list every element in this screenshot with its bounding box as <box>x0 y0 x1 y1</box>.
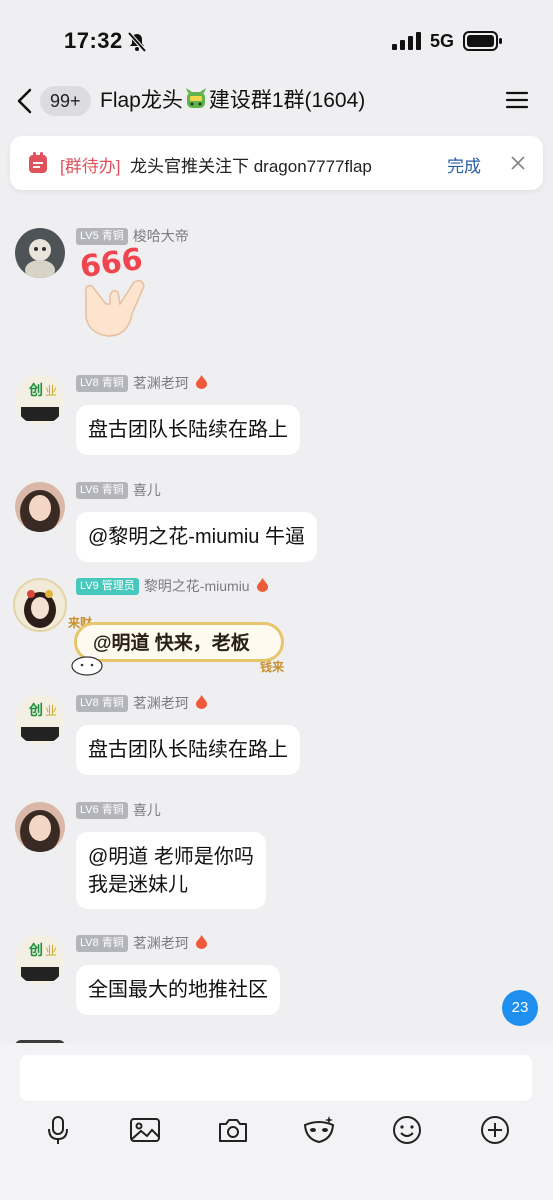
message-meta: LV9 管理员 黎明之花-miumiu <box>76 578 269 596</box>
dragon-emoji-icon <box>185 88 206 108</box>
fire-icon <box>195 695 207 709</box>
close-icon[interactable] <box>510 155 526 171</box>
todo-text: 龙头官推关注下 dragon7777flap <box>130 157 372 176</box>
message-bubble[interactable]: 盘古团队长陆续在路上 <box>76 725 300 775</box>
svg-text:业: 业 <box>45 704 57 718</box>
level-badge: LV8 青铜 <box>76 375 128 392</box>
level-badge: LV6 青铜 <box>76 482 128 499</box>
message-line: @明道 老师是你吗 <box>88 846 254 868</box>
sender-nickname[interactable]: 茗渊老珂 <box>133 695 189 712</box>
voice-button[interactable] <box>41 1113 75 1147</box>
message-meta: LV8 青铜 茗渊老珂 <box>76 935 208 953</box>
message-meta: LV6 青铜 喜儿 <box>76 802 161 820</box>
fire-icon <box>195 935 207 949</box>
avatar[interactable]: 创业 <box>15 375 65 425</box>
svg-text:创: 创 <box>28 382 43 399</box>
todo-icon <box>29 152 47 173</box>
status-bar: 17:32 5G <box>0 0 553 80</box>
back-chevron-icon[interactable] <box>14 86 36 116</box>
sender-nickname[interactable]: 黎明之花-miumiu <box>144 578 250 595</box>
message-meta: LV6 青铜 喜儿 <box>76 482 161 500</box>
input-panel <box>0 1043 553 1200</box>
hand-gesture-icon <box>84 279 145 337</box>
fire-icon <box>256 578 268 592</box>
svg-text:业: 业 <box>45 944 57 958</box>
signal-icon <box>392 32 421 50</box>
message-text: @明道 快来，老板 <box>93 633 250 654</box>
battery-icon <box>463 31 502 51</box>
avatar[interactable]: 创业 <box>15 935 65 985</box>
avatar[interactable] <box>15 482 65 532</box>
unread-count-badge[interactable]: 99+ <box>40 86 91 116</box>
sender-nickname[interactable]: 喜儿 <box>133 482 161 499</box>
mask-icon <box>303 1116 335 1144</box>
message-meta: LV8 青铜 茗渊老珂 <box>76 695 208 713</box>
message-meta: LV8 青铜 茗渊老珂 <box>76 375 208 393</box>
network-type: 5G <box>430 31 455 51</box>
lucky-cat-icon <box>71 656 103 676</box>
message-bubble[interactable]: @黎明之花-miumiu 牛逼 <box>76 512 317 562</box>
svg-text:创: 创 <box>28 702 43 719</box>
status-time: 17:32 <box>64 28 123 53</box>
todo-done-button[interactable]: 完成 <box>447 152 481 177</box>
mute-bell-icon <box>127 31 147 53</box>
menu-icon[interactable] <box>505 88 529 112</box>
group-title-suffix: 建设群1群(1604) <box>208 89 366 112</box>
microphone-icon <box>48 1116 68 1144</box>
level-badge: LV8 青铜 <box>76 695 128 712</box>
svg-text:业: 业 <box>45 384 57 398</box>
fire-icon <box>195 375 207 389</box>
message-bubble[interactable]: @明道 老师是你吗 我是迷妹儿 <box>76 832 266 909</box>
sender-nickname[interactable]: 茗渊老珂 <box>133 935 189 952</box>
level-badge: LV8 青铜 <box>76 935 128 952</box>
message-line: 我是迷妹儿 <box>88 874 188 896</box>
chat-header: 99+ Flap龙头 建设群1群(1604) <box>0 78 553 124</box>
avatar[interactable] <box>15 802 65 852</box>
avatar[interactable]: 创业 <box>15 695 65 745</box>
mask-button[interactable] <box>302 1113 336 1147</box>
todo-tag: [群待办] <box>60 157 121 176</box>
avatar[interactable] <box>15 228 65 278</box>
new-messages-badge[interactable]: 23 <box>502 990 538 1026</box>
level-badge: LV6 青铜 <box>76 802 128 819</box>
image-button[interactable] <box>128 1113 162 1147</box>
plus-icon <box>481 1116 509 1144</box>
sender-nickname[interactable]: 茗渊老珂 <box>133 375 189 392</box>
emoji-icon <box>393 1116 421 1144</box>
group-title-prefix: Flap龙头 <box>100 89 183 112</box>
message-input[interactable] <box>20 1055 532 1101</box>
admin-badge: LV9 管理员 <box>76 578 139 595</box>
group-todo-banner[interactable]: [群待办] 龙头官推关注下 dragon7777flap 完成 <box>10 136 543 190</box>
group-title[interactable]: Flap龙头 建设群1群(1604) <box>100 85 365 117</box>
svg-text:创: 创 <box>28 942 43 959</box>
sender-nickname[interactable]: 喜儿 <box>133 802 161 819</box>
sticker-666[interactable]: 666 <box>76 242 156 342</box>
camera-button[interactable] <box>216 1113 250 1147</box>
sender-nickname[interactable]: 梭哈大帝 <box>133 228 189 245</box>
camera-icon <box>219 1119 247 1142</box>
more-button[interactable] <box>478 1113 512 1147</box>
image-icon <box>130 1118 160 1142</box>
message-bubble[interactable]: 全国最大的地推社区 <box>76 965 280 1015</box>
emoji-button[interactable] <box>390 1113 424 1147</box>
message-bubble[interactable]: 盘古团队长陆续在路上 <box>76 405 300 455</box>
level-badge: LV5 青铜 <box>76 228 128 245</box>
avatar[interactable] <box>13 578 67 632</box>
decorated-bubble[interactable]: @明道 快来，老板 <box>74 622 284 662</box>
